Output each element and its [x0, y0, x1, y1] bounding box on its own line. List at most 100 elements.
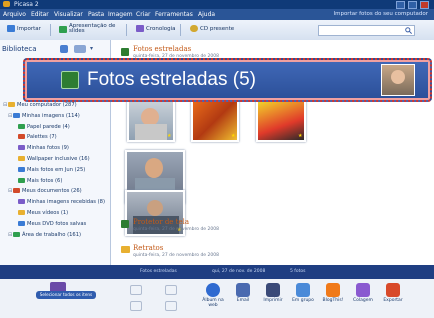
folder-label: Minhas imagens recebidas (8)	[27, 199, 105, 206]
close-button[interactable]	[420, 1, 429, 9]
folder-icon	[18, 156, 25, 161]
photo-thumbnail[interactable]	[381, 64, 415, 96]
collage-button[interactable]: Colagem	[348, 281, 378, 315]
menu-imagem[interactable]: Imagem	[108, 11, 133, 18]
hold-icon[interactable]	[130, 285, 142, 295]
folder-label: Meus documentos (26)	[22, 188, 82, 195]
group-date: quinta-feira, 27 de novembro de 2008	[133, 253, 219, 258]
maximize-button[interactable]	[408, 1, 417, 9]
folder-tree-item[interactable]: Palettes (7)	[13, 134, 57, 140]
library-label: Biblioteca	[2, 45, 37, 53]
toolbar-divider	[126, 24, 127, 36]
folder-tree-item[interactable]: Mais fotos em Jun (25)	[13, 166, 86, 173]
app-icon	[3, 1, 10, 7]
menu-criar[interactable]: Criar	[136, 11, 150, 18]
folder-label: Minhas fotos (9)	[27, 145, 69, 152]
menu-ajuda[interactable]: Ajuda	[198, 11, 215, 18]
folder-label: Palettes (7)	[27, 134, 57, 141]
folder-label: Meus DVD fotos salvas	[27, 220, 87, 227]
toolbar-divider	[50, 24, 51, 36]
album-info-bar: Fotos estreladas qui, 27 de nov. de 2008…	[0, 265, 434, 279]
menu-pasta[interactable]: Pasta	[88, 11, 104, 18]
view-mode-icon[interactable]	[74, 45, 86, 53]
minimize-button[interactable]	[396, 1, 405, 9]
photo-thumbnail[interactable]: ★	[256, 100, 306, 142]
group-title[interactable]: Fotos estreladas	[133, 45, 191, 53]
album-info-count: 5 fotos	[290, 269, 306, 274]
folder-label: Mais fotos em Jun (25)	[27, 166, 86, 173]
folder-icon	[13, 231, 20, 237]
gift-cd-button[interactable]: CD presente	[187, 24, 237, 35]
export-button[interactable]: Exportar	[378, 281, 408, 315]
group-title[interactable]: Retratos	[133, 244, 163, 252]
timeline-button[interactable]: Cronologia	[133, 24, 178, 35]
select-all-button[interactable]: Selecionar todos os itens	[36, 291, 96, 299]
window-title: Picasa 2	[14, 1, 39, 8]
folder-tree-item[interactable]: Meus vídeos (1)	[13, 210, 68, 216]
folder-icon	[121, 246, 130, 253]
web-album-button[interactable]: Álbum na web	[198, 281, 228, 315]
photo-thumbnail[interactable]: ★	[127, 100, 175, 142]
star-icon[interactable]	[165, 301, 177, 311]
clear-icon[interactable]	[130, 301, 142, 311]
blogger-icon	[326, 283, 340, 297]
album-info-date: qui, 27 de nov. de 2008	[212, 269, 266, 274]
rotate-icon[interactable]	[165, 285, 177, 295]
folder-label: Mais fotos (6)	[27, 177, 63, 184]
album-icon	[121, 48, 129, 56]
group-title[interactable]: Protetor de tela	[133, 218, 189, 226]
menu-editar[interactable]: Editar	[31, 11, 49, 18]
folder-icon	[18, 134, 25, 140]
add-folder-icon[interactable]	[60, 45, 68, 53]
group-button[interactable]: Em grupo	[288, 281, 318, 315]
import-button[interactable]: Importar	[4, 24, 44, 35]
album-highlight-banner[interactable]: Fotos estreladas (5)	[23, 58, 432, 102]
folder-label: Meu computador (287)	[17, 102, 77, 108]
slideshow-button[interactable]: Apresentação de slides	[56, 23, 128, 35]
folder-tree-item[interactable]: Minhas imagens recebidas (8)	[13, 199, 105, 205]
album-info-name: Fotos estreladas	[140, 269, 177, 274]
folder-tree-item[interactable]: Papel parede (4)	[13, 123, 70, 130]
folder-icon	[18, 123, 25, 129]
export-icon	[386, 283, 400, 297]
star-icon: ★	[231, 133, 236, 139]
folder-icon	[13, 188, 20, 194]
folder-tree-item[interactable]: ⊟ Meu computador (287)	[3, 102, 77, 108]
folder-tree-item[interactable]: Wallpaper inclusive (16)	[13, 156, 90, 162]
toolbar: Importar Apresentação de slides Cronolog…	[0, 20, 434, 41]
import-icon	[7, 25, 15, 32]
search-input[interactable]	[318, 25, 415, 36]
toolbar-divider	[180, 24, 181, 36]
album-icon	[61, 71, 79, 89]
chevron-down-icon[interactable]: ▾	[90, 45, 93, 52]
blogthis-button[interactable]: BlogThis!	[318, 281, 348, 315]
group-icon	[296, 283, 310, 297]
folder-tree-item[interactable]: Meus DVD fotos salvas	[13, 220, 87, 227]
folder-icon	[13, 112, 20, 118]
globe-icon	[206, 283, 220, 297]
photo-thumbnail[interactable]: ★	[191, 100, 239, 142]
library-header: Biblioteca ▾	[2, 44, 108, 55]
folder-icon	[18, 145, 25, 151]
menu-arquivo[interactable]: Arquivo	[3, 11, 26, 18]
timeline-icon	[136, 25, 144, 32]
folder-icon	[18, 166, 25, 172]
print-button[interactable]: Imprimir	[258, 281, 288, 315]
email-button[interactable]: Email	[228, 281, 258, 315]
folder-tree-item[interactable]: ⊟ Área de trabalho (161)	[8, 231, 82, 238]
printer-icon	[266, 283, 280, 297]
folder-tree-item[interactable]: Mais fotos (6)	[13, 177, 63, 184]
action-panel: Selecionar todos os itens Álbum na web E…	[0, 279, 434, 318]
search-icon	[405, 27, 412, 34]
menu-visualizar[interactable]: Visualizar	[54, 11, 83, 18]
menu-ferramentas[interactable]: Ferramentas	[155, 11, 193, 18]
folder-label: Meus vídeos (1)	[27, 210, 69, 216]
collage-icon	[356, 283, 370, 297]
menu-hint[interactable]: Importar fotos do seu computador	[333, 11, 428, 17]
folder-tree-item[interactable]: Minhas fotos (9)	[13, 145, 69, 151]
email-icon	[236, 283, 250, 297]
star-icon: ★	[167, 133, 172, 139]
folder-tree-item[interactable]: ⊟ Meus documentos (26)	[8, 188, 82, 194]
folder-label: Área de trabalho (161)	[22, 231, 82, 238]
folder-tree-item[interactable]: ⊟ Minhas imagens (114)	[8, 112, 80, 119]
